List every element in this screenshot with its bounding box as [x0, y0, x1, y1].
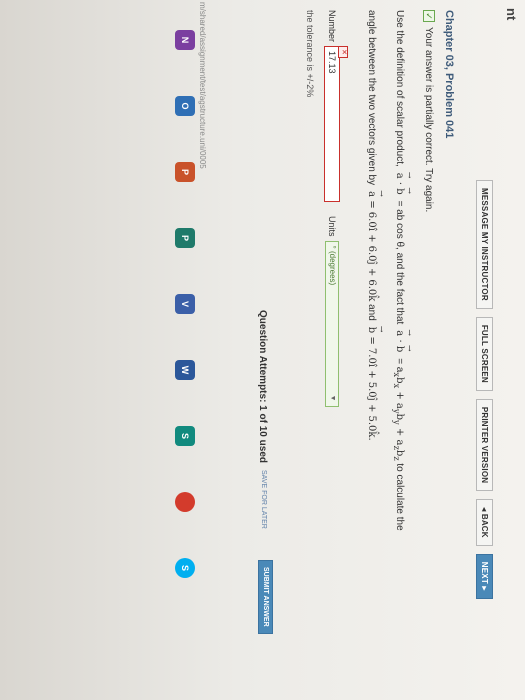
chrome-icon[interactable] [175, 492, 195, 512]
page-header-text: nt [504, 8, 519, 21]
number-value: 17.13 [327, 51, 337, 74]
question-text-1a: Use the definition of scalar product, [394, 10, 405, 167]
question-attempts: Question Attempts: 1 of 10 used [257, 310, 268, 463]
chevron-down-icon: ▼ [329, 394, 336, 402]
vector-b: b [366, 324, 377, 337]
sway-icon[interactable]: S [175, 426, 195, 446]
component-sum: xbx + ayby + azbz [392, 372, 405, 461]
units-select[interactable]: ° (degrees) ▼ [325, 240, 339, 407]
incorrect-icon: ✕ [338, 46, 348, 59]
number-label: Number [327, 10, 337, 43]
units-value: ° (degrees) [328, 245, 337, 286]
screen: nt MESSAGE MY INSTRUCTOR FULL SCREEN PRI… [0, 0, 525, 700]
question-line-1: Use the definition of scalar product, a … [392, 10, 405, 531]
question-text-1c: = a [394, 358, 405, 373]
powerpoint-icon[interactable]: P [175, 162, 195, 182]
page-header: nt [493, 0, 525, 700]
word-icon[interactable]: W [175, 360, 195, 380]
tolerance-text: the tolerance is +/-2% [305, 10, 315, 98]
answer-status: ✓ Your answer is partially correct. Try … [423, 10, 435, 212]
dot-product-formula-2: a · b [394, 327, 405, 355]
vector-b-value: = 7.0î + 5.0ĵ + 5.0k̂. [366, 336, 377, 441]
save-for-later-link[interactable]: SAVE FOR LATER [260, 470, 267, 529]
back-button[interactable]: ◂ BACK [476, 499, 494, 546]
question-text-1d: to calculate the [394, 463, 405, 531]
partial-correct-icon: ✓ [423, 10, 435, 22]
problem-title: Chapter 03, Problem 041 [443, 10, 455, 139]
status-text: Your answer is partially correct. Try ag… [423, 27, 435, 213]
skype-icon[interactable]: S [175, 558, 195, 578]
printer-version-button[interactable]: PRINTER VERSION [476, 398, 494, 492]
outlook-icon[interactable]: O [175, 96, 195, 116]
toolbar: MESSAGE MY INSTRUCTOR FULL SCREEN PRINTE… [475, 180, 495, 599]
taskbar: N O P P V W S S [170, 0, 200, 700]
question-line-2: angle between the two vectors given by a… [366, 10, 377, 441]
publisher-icon[interactable]: P [175, 228, 195, 248]
question-text-1b: = ab cos θ, and the fact that [394, 200, 405, 325]
onenote-icon[interactable]: N [175, 30, 195, 50]
units-label: Units [327, 216, 337, 237]
dot-product-formula: a · b [394, 170, 405, 198]
visio-icon[interactable]: V [175, 294, 195, 314]
vector-a-value: = 6.0î + 6.0ĵ + 6.0k̂ [366, 200, 377, 302]
vector-a: a [366, 188, 377, 200]
answer-row: Number ✕ 17.13 Units ° (degrees) ▼ [324, 10, 348, 407]
question-text-2c: and [366, 304, 377, 321]
message-instructor-button[interactable]: MESSAGE MY INSTRUCTOR [476, 180, 494, 309]
question-text-2a: angle between the two vectors given by [366, 10, 377, 186]
full-screen-button[interactable]: FULL SCREEN [476, 316, 494, 391]
submit-answer-button[interactable]: SUBMIT ANSWER [258, 560, 273, 634]
next-button[interactable]: NEXT ▸ [476, 553, 494, 599]
number-input[interactable]: ✕ 17.13 [324, 46, 348, 203]
